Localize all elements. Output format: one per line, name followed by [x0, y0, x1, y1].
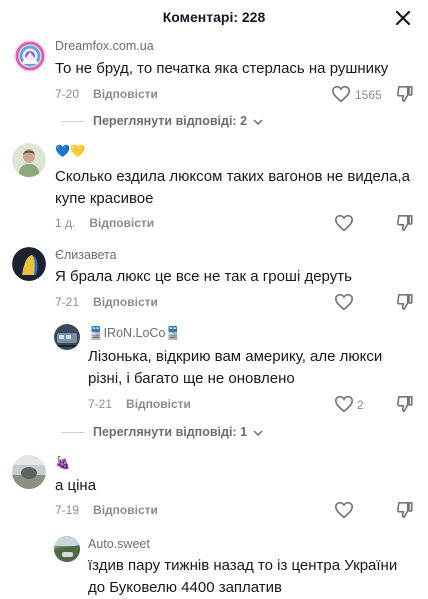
avatar[interactable] [12, 247, 46, 281]
comment-text: їздив пару тижнів назад то із центра Укр… [88, 555, 397, 599]
reply-button[interactable]: Відповісти [93, 503, 158, 517]
heart-icon[interactable] [334, 395, 354, 413]
dislike-icon[interactable] [396, 214, 414, 232]
comment-item: Єлизавета Я брала люкс це все не так а г… [0, 244, 428, 311]
chevron-down-icon [252, 426, 263, 440]
dislike-icon[interactable] [396, 85, 414, 103]
divider-line [61, 121, 85, 123]
comment-text: Я брала люкс це все не так а гроші дерут… [55, 268, 352, 285]
comment-date: 7-21 [55, 295, 80, 309]
divider-line [61, 432, 85, 434]
heart-icon[interactable] [331, 85, 351, 103]
comment-username[interactable]: Auto.sweet [88, 537, 150, 551]
avatar[interactable] [13, 39, 47, 73]
comment-text-line: Сколько ездила люксом таких вагонов не в… [55, 168, 410, 185]
avatar[interactable] [12, 455, 46, 489]
comment-date: 7-21 [88, 397, 113, 411]
view-replies-label: Переглянути відповіді: 2 [93, 114, 248, 128]
reply-button[interactable]: Відповісти [93, 295, 158, 309]
avatar[interactable] [54, 536, 80, 562]
view-replies-label: Переглянути відповіді: 1 [93, 425, 248, 439]
comment-date: 7-19 [55, 503, 80, 517]
comment-date: 7-20 [55, 87, 80, 101]
reply-item: Auto.sweet їздив пару тижнів назад то із… [0, 532, 428, 597]
comment-item: 🍇 а ціна 7-19 Відповісти [0, 452, 428, 522]
comment-item: 💙💛 Сколько ездила люксом таких вагонов н… [0, 140, 428, 236]
comment-text: а ціна [55, 477, 97, 494]
comment-item: Dreamfox.com.ua То не бруд, то печатка я… [0, 36, 428, 136]
comment-text-line: купе красивое [55, 190, 154, 207]
reply-button[interactable]: Відповісти [126, 397, 191, 411]
comment-username[interactable]: 🚆IRoN.LoCo🚆 [88, 326, 181, 341]
comments-header: Коментарі: 228 [0, 0, 428, 36]
like-count: 1565 [355, 88, 382, 102]
comment-username[interactable]: Єлизавета [55, 248, 117, 262]
comment-text: То не бруд, то печатка яка стерлась на р… [55, 60, 389, 77]
comment-meta: 7-19 Відповісти [55, 502, 158, 518]
comment-meta: 1 д. Відповісти [55, 215, 154, 231]
comment-text: Сколько ездила люксом таких вагонов не в… [55, 166, 410, 210]
comment-text-line: Лізонька, відкрию вам америку, але люкси [88, 348, 383, 365]
comment-text-line: їздив пару тижнів назад то із центра Укр… [88, 557, 398, 574]
avatar[interactable] [54, 324, 80, 350]
comment-meta: 7-21 Відповісти [88, 396, 191, 412]
close-icon[interactable] [393, 8, 413, 28]
comment-text-line: різні, і багато ще не оновлено [88, 370, 295, 387]
reply-button[interactable]: Відповісти [93, 87, 158, 101]
view-replies-button[interactable]: Переглянути відповіді: 1 [61, 425, 263, 440]
view-replies-button[interactable]: Переглянути відповіді: 2 [61, 114, 263, 129]
heart-icon[interactable] [334, 501, 354, 519]
dislike-icon[interactable] [396, 501, 414, 519]
comment-text: Лізонька, відкрию вам америку, але люкси… [88, 346, 382, 390]
reply-item: 🚆IRoN.LoCo🚆 Лізонька, відкрию вам америк… [0, 320, 428, 440]
heart-icon[interactable] [334, 293, 354, 311]
comments-count-title: Коментарі: 228 [162, 9, 266, 25]
comment-meta: 7-20 Відповісти [55, 86, 158, 102]
reply-button[interactable]: Відповісти [89, 216, 154, 230]
comment-username[interactable]: 🍇 [55, 456, 71, 471]
avatar[interactable] [12, 143, 46, 177]
heart-icon[interactable] [334, 214, 354, 232]
dislike-icon[interactable] [396, 395, 414, 413]
comment-text-line: до Буковелю 4400 заплатив [88, 579, 283, 596]
dislike-icon[interactable] [396, 293, 414, 311]
comment-username[interactable]: 💙💛 [55, 144, 85, 158]
comment-username[interactable]: Dreamfox.com.ua [55, 39, 154, 53]
like-count: 2 [357, 398, 364, 412]
comment-date: 1 д. [55, 216, 76, 230]
comment-meta: 7-21 Відповісти [55, 294, 158, 310]
chevron-down-icon [252, 115, 263, 129]
